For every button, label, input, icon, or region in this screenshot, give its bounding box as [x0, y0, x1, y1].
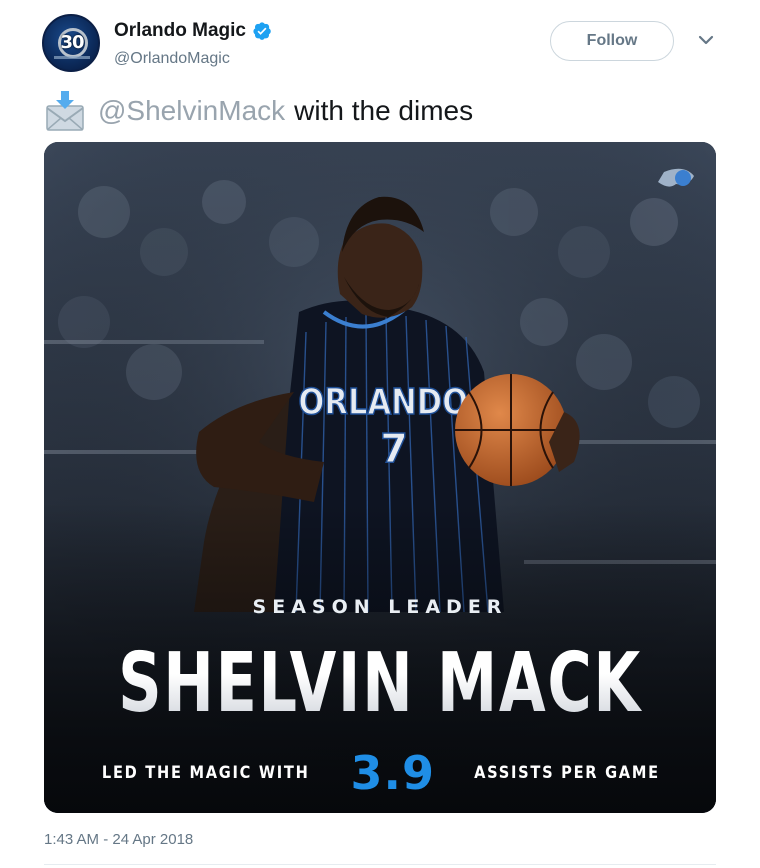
stat-line: LED THE MAGIC WITH 3.9 ASSISTS PER GAME — [44, 746, 716, 800]
verified-badge-icon — [253, 22, 271, 40]
player-name: SHELVIN MACK — [104, 636, 655, 731]
follow-button[interactable]: Follow — [550, 21, 674, 61]
tweet-media-image[interactable]: ORLANDO 7 SEASON LEADER SHELVIN MACK LED… — [44, 142, 716, 813]
avatar-badge: 30 — [60, 32, 84, 53]
mention-link[interactable]: @ShelvinMack — [98, 95, 285, 127]
tweet-body: with the dimes — [294, 95, 474, 126]
chevron-down-icon[interactable] — [694, 28, 718, 52]
tweet-header: 30 Orlando Magic @OrlandoMagic Follow — [42, 14, 722, 74]
name-row: Orlando Magic — [114, 20, 272, 42]
avatar[interactable]: 30 — [42, 14, 100, 72]
divider — [44, 864, 716, 865]
jersey-text: ORLANDO — [298, 381, 468, 423]
stat-prefix: LED THE MAGIC WITH — [101, 763, 310, 783]
avatar-stripe — [54, 56, 90, 59]
tweet-timestamp[interactable]: 1:43 AM - 24 Apr 2018 — [44, 831, 193, 848]
tweet-text: @ShelvinMack with the dimes — [44, 88, 473, 134]
stat-value: 3.9 — [350, 746, 436, 800]
incoming-envelope-icon — [46, 91, 84, 131]
stat-suffix: ASSISTS PER GAME — [474, 763, 660, 783]
season-leader-label: SEASON LEADER — [252, 596, 508, 618]
display-name[interactable]: Orlando Magic — [114, 20, 246, 42]
account-handle[interactable]: @OrlandoMagic — [114, 50, 230, 68]
jersey-number: 7 — [380, 426, 408, 472]
